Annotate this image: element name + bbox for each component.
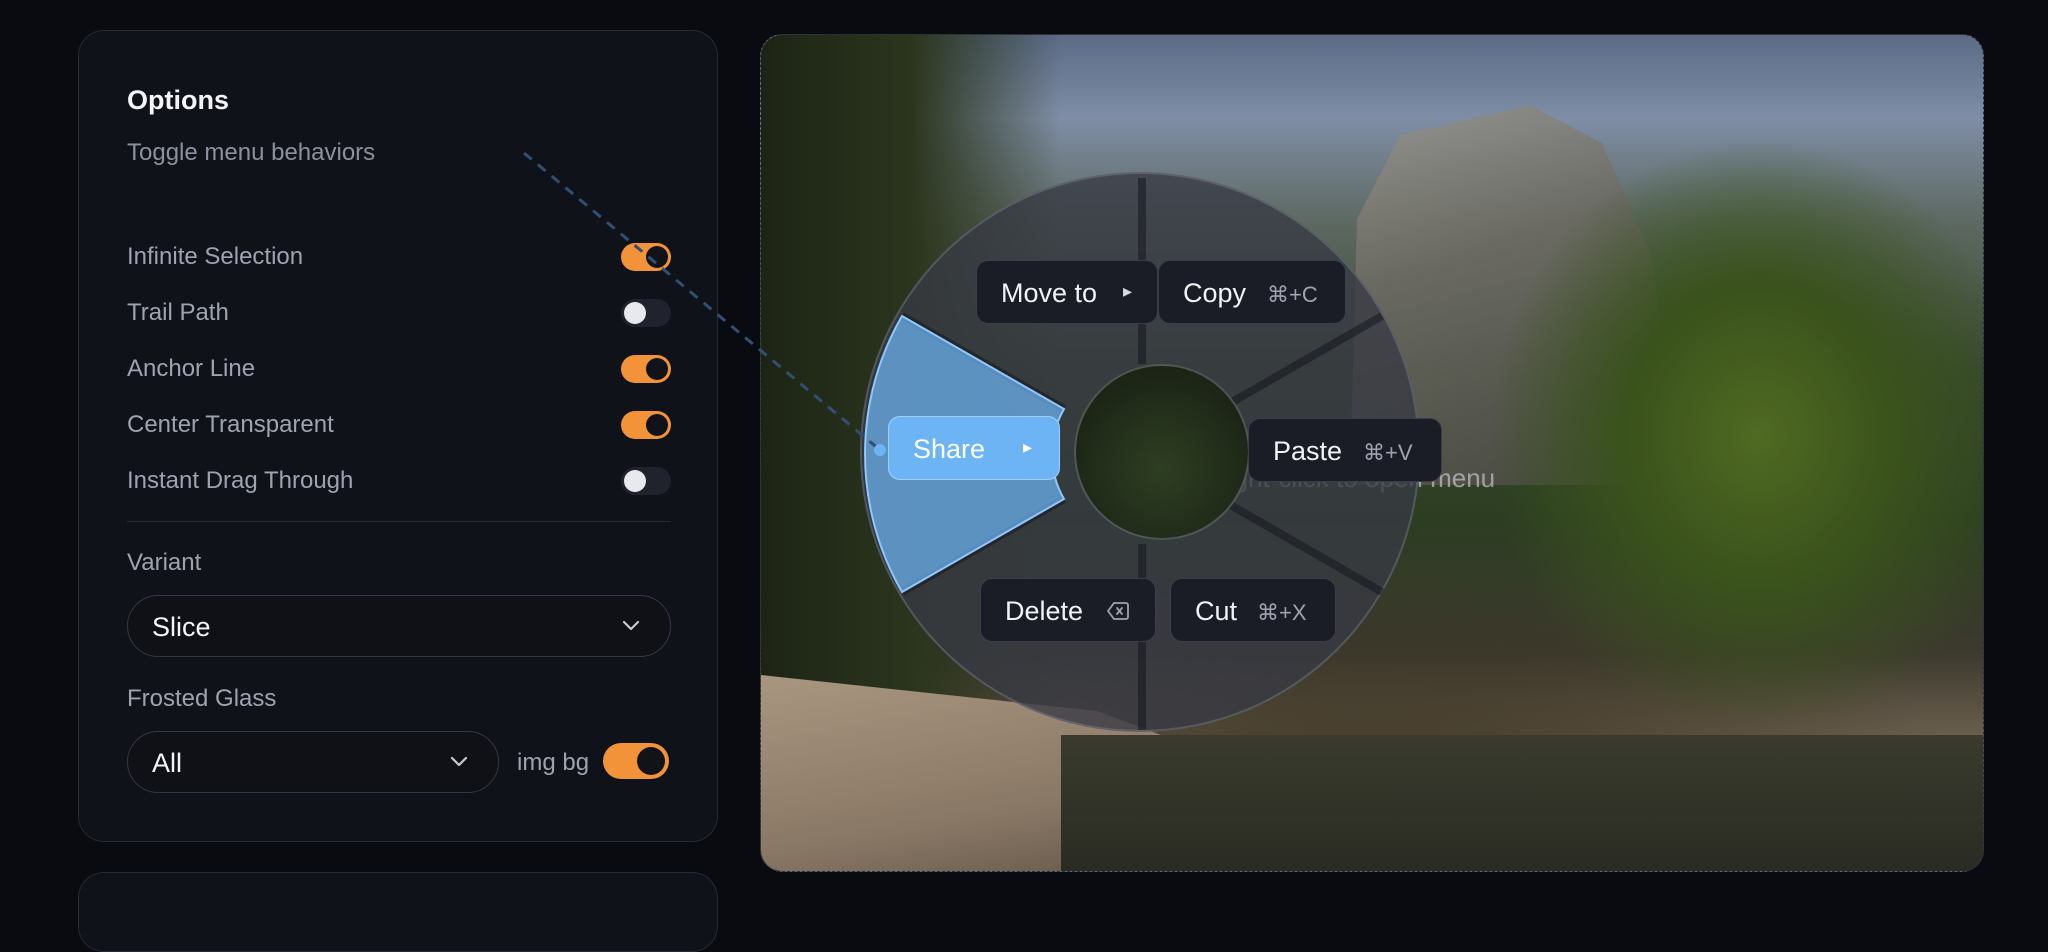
instant-drag-through-toggle[interactable] [621, 467, 671, 495]
anchor-line-toggle[interactable] [621, 355, 671, 383]
secondary-panel [78, 872, 718, 952]
menu-item-label: Move to [1001, 278, 1098, 308]
toggle-knob [637, 747, 665, 775]
toggle-knob [624, 470, 646, 492]
menu-item-label: Paste [1273, 436, 1343, 466]
submenu-arrow-icon: ▸ [1123, 281, 1133, 301]
toggle-row-infinite-selection[interactable]: Infinite Selection [127, 237, 671, 277]
forest-right [1423, 95, 1983, 715]
trail-path-toggle[interactable] [621, 299, 671, 327]
frosted-glass-select[interactable]: All [127, 731, 499, 793]
paste-button[interactable]: Paste ⌘+V [1248, 418, 1442, 482]
copy-shortcut: ⌘+C [1267, 282, 1318, 307]
chevron-down-icon [622, 620, 640, 631]
variant-label: Variant [127, 549, 202, 576]
delete-key-icon [1107, 602, 1129, 620]
toggle-row-center-transparent[interactable]: Center Transparent [127, 405, 671, 445]
toggle-row-anchor-line[interactable]: Anchor Line [127, 349, 671, 389]
submenu-arrow-icon: ▸ [1023, 437, 1033, 457]
toggle-label: Trail Path [127, 299, 229, 326]
toggle-knob [646, 246, 668, 268]
radial-menu-center [1074, 364, 1250, 540]
paste-shortcut: ⌘+V [1363, 440, 1413, 465]
divider [127, 521, 671, 522]
share-button[interactable]: Share ▸ [888, 416, 1060, 480]
toggle-label: Instant Drag Through [127, 467, 354, 494]
toggle-label: Infinite Selection [127, 243, 304, 270]
chevron-down-icon [450, 756, 468, 767]
cut-button[interactable]: Cut ⌘+X [1170, 578, 1336, 642]
toggle-knob [624, 302, 646, 324]
options-title: Options [127, 85, 229, 115]
options-subtitle: Toggle menu behaviors [127, 139, 376, 166]
center-transparent-toggle[interactable] [621, 411, 671, 439]
move-to-button[interactable]: Move to ▸ [976, 260, 1158, 324]
variant-select[interactable]: Slice [127, 595, 671, 657]
toggle-label: Anchor Line [127, 355, 256, 382]
toggle-row-instant-drag-through[interactable]: Instant Drag Through [127, 461, 671, 501]
infinite-selection-toggle[interactable] [621, 243, 671, 271]
toggle-knob [646, 414, 668, 436]
toggle-label: Center Transparent [127, 411, 334, 438]
copy-button[interactable]: Copy ⌘+C [1158, 260, 1346, 324]
delete-button[interactable]: Delete [980, 578, 1156, 642]
cut-shortcut: ⌘+X [1257, 600, 1307, 625]
menu-item-label: Delete [1005, 596, 1084, 626]
frosted-glass-label: Frosted Glass [127, 685, 277, 712]
toggle-knob [646, 358, 668, 380]
river [1061, 735, 1983, 871]
options-panel: Options Toggle menu behaviors Infinite S… [78, 30, 718, 842]
img-bg-toggle[interactable] [603, 743, 669, 779]
menu-item-label: Cut [1195, 596, 1238, 626]
variant-select-value: Slice [152, 612, 211, 642]
menu-item-label: Copy [1183, 278, 1247, 308]
toggle-row-trail-path[interactable]: Trail Path [127, 293, 671, 333]
menu-item-label: Share [913, 434, 986, 464]
img-bg-label: img bg [517, 749, 590, 776]
frosted-glass-select-value: All [152, 748, 183, 778]
